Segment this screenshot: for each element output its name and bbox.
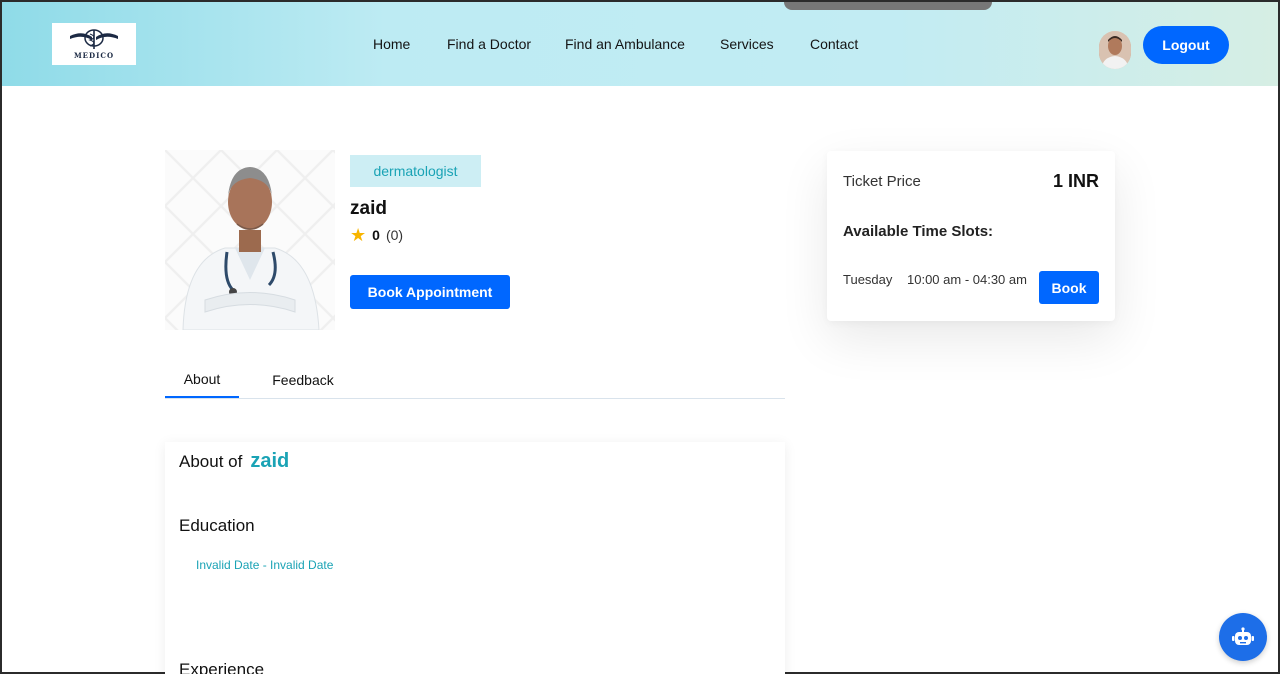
slot-day: Tuesday: [843, 272, 893, 287]
book-appointment-button[interactable]: Book Appointment: [350, 275, 510, 309]
ticket-price-label: Ticket Price: [843, 173, 921, 190]
education-dates: Invalid Date - Invalid Date: [196, 558, 334, 572]
doctor-rating: ★ 0 (0): [350, 226, 403, 244]
nav-find-doctor[interactable]: Find a Doctor: [447, 36, 531, 52]
about-heading-name: zaid: [250, 450, 290, 472]
slot-time: 10:00 am - 04:30 am: [907, 272, 1027, 287]
ticket-price-value: 1 INR: [1052, 171, 1099, 191]
rating-value: 0: [372, 227, 380, 243]
rating-count: (0): [385, 227, 404, 243]
tab-about[interactable]: About: [165, 362, 239, 398]
tab-feedback[interactable]: Feedback: [265, 362, 341, 398]
site-header: MEDICO Home Find a Doctor Find an Ambula…: [2, 2, 1278, 86]
about-heading: About of zaid: [179, 450, 289, 473]
experience-title: Experience: [179, 660, 265, 674]
booking-card: Ticket Price 1 INR Available Time Slots:…: [827, 151, 1115, 321]
robot-icon: [1232, 627, 1254, 645]
logo-text: MEDICO: [73, 51, 115, 60]
doctor-portrait-image: [182, 167, 320, 330]
user-avatar-image: [1099, 31, 1131, 69]
about-heading-label: About of: [179, 452, 243, 471]
nav-contact[interactable]: Contact: [810, 36, 858, 52]
education-title: Education: [179, 516, 255, 535]
star-icon: ★: [350, 225, 367, 245]
doctor-photo: [165, 150, 335, 330]
site-logo[interactable]: MEDICO: [52, 23, 136, 65]
book-slot-button[interactable]: Book: [1039, 271, 1099, 304]
specialization-badge: dermatologist: [350, 155, 481, 187]
top-overlay-strip: [784, 2, 992, 10]
chatbot-button[interactable]: [1219, 613, 1267, 661]
profile-tabs: About Feedback: [165, 362, 785, 399]
doctor-name: zaid: [350, 198, 387, 219]
nav-home[interactable]: Home: [373, 36, 410, 52]
about-card: About of zaid Education Invalid Date - I…: [165, 442, 785, 674]
nav-find-ambulance[interactable]: Find an Ambulance: [565, 36, 685, 52]
caduceus-logo-icon: [70, 29, 118, 49]
user-avatar[interactable]: [1099, 31, 1131, 69]
logout-button[interactable]: Logout: [1143, 26, 1229, 64]
time-slots-title: Available Time Slots:: [843, 223, 994, 240]
nav-services[interactable]: Services: [720, 36, 774, 52]
